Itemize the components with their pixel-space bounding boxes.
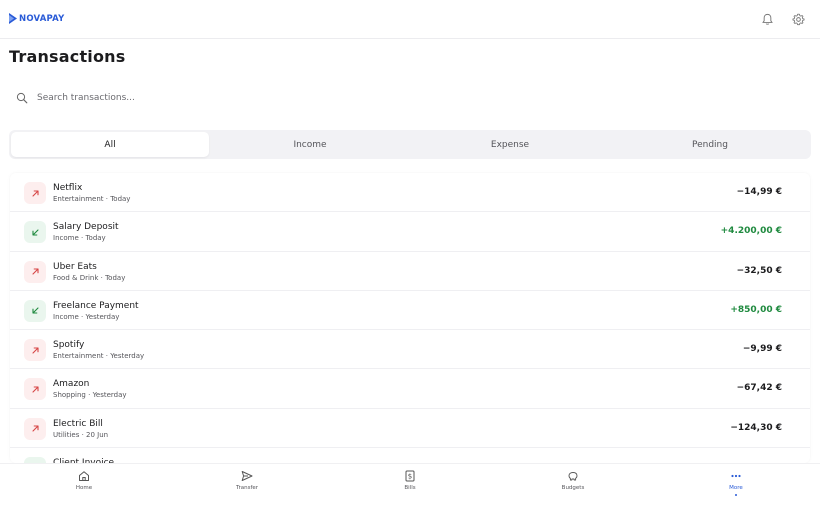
meta-separator: · — [85, 391, 93, 400]
transaction-meta: Income · Yesterday — [53, 313, 119, 321]
transaction-row[interactable]: Netflix Entertainment · Today −14,99 € — [10, 173, 810, 213]
transaction-row[interactable]: Uber Eats Food & Drink · Today −32,50 € — [10, 252, 810, 291]
transaction-category: Income — [53, 234, 79, 243]
nav-bills-label: Bills — [404, 485, 416, 491]
top-bar: NOVAPAY — [0, 0, 820, 39]
transaction-meta: Entertainment · Today — [53, 195, 130, 203]
transaction-amount: −32,50 € — [736, 265, 782, 276]
transaction-meta: Entertainment · Yesterday — [53, 352, 144, 360]
arrow-up-right-icon — [24, 339, 46, 362]
search-input[interactable] — [37, 93, 277, 103]
nav-budgets-label: Budgets — [561, 485, 585, 491]
transaction-row[interactable]: Spotify Entertainment · Yesterday −9,99 € — [10, 330, 810, 370]
transaction-category: Utilities — [53, 430, 80, 439]
brand-name: NOVAPAY — [19, 13, 65, 24]
transaction-amount: +850,00 € — [730, 304, 782, 315]
transaction-row[interactable]: Amazon Shopping · Yesterday −67,42 € — [10, 369, 810, 409]
transaction-meta: Shopping · Yesterday — [53, 391, 127, 399]
nav-transfer-label: Transfer — [235, 485, 259, 491]
transaction-date: 20 Jun — [86, 430, 109, 439]
transaction-date: Yesterday — [110, 352, 145, 361]
transaction-date: Today — [110, 195, 131, 203]
page-title: Transactions — [9, 47, 126, 66]
transaction-name: Electric Bill — [53, 418, 103, 429]
nav-home-label: Home — [75, 485, 93, 491]
transaction-meta: Food & Drink · Today — [53, 274, 125, 282]
arrow-up-right-icon — [24, 260, 46, 283]
bell-icon[interactable] — [760, 12, 774, 26]
transaction-date: Yesterday — [85, 312, 120, 321]
transaction-meta: Utilities · 20 Jun — [53, 431, 108, 439]
transaction-meta: Income · Today — [53, 234, 106, 242]
nav-budgets[interactable]: Budgets — [543, 470, 603, 491]
transaction-date: Yesterday — [92, 391, 127, 400]
bottom-nav: Home Transfer $ Bills Budgets More — [0, 463, 820, 512]
transaction-name: Freelance Payment — [53, 300, 139, 311]
nav-more-label: More — [729, 485, 743, 491]
transaction-name: Spotify — [53, 340, 85, 351]
arrow-up-right-icon — [24, 417, 46, 440]
transaction-name: Amazon — [53, 379, 90, 390]
transaction-row[interactable]: Freelance Payment Income · Yesterday +850,… — [10, 291, 810, 331]
tab-all[interactable]: All — [11, 132, 209, 157]
transaction-amount: −14,99 € — [736, 187, 782, 197]
transaction-amount: +4.200,00 € — [720, 226, 782, 237]
svg-text:$: $ — [408, 473, 412, 481]
nav-more[interactable]: More — [706, 470, 766, 496]
transaction-category: Shopping — [53, 391, 86, 400]
piggy-bank-icon — [568, 472, 578, 481]
filter-tabs: All Income Expense Pending — [9, 130, 811, 159]
transaction-row[interactable]: Electric Bill Utilities · 20 Jun −124,30 € — [10, 409, 810, 449]
tab-pending[interactable]: Pending — [611, 132, 809, 157]
transaction-category: Food & Drink — [53, 273, 99, 282]
home-icon — [79, 471, 89, 481]
tab-expense[interactable]: Expense — [411, 132, 609, 157]
gear-icon[interactable] — [791, 12, 805, 26]
app-root: NOVAPAY Transactions All Income Expense … — [0, 0, 820, 512]
brand-logo[interactable]: NOVAPAY — [9, 13, 64, 24]
arrow-up-right-icon — [24, 378, 46, 401]
nav-home[interactable]: Home — [54, 470, 114, 491]
transaction-category: Entertainment — [53, 352, 104, 361]
search-icon — [16, 92, 28, 104]
transaction-name: Uber Eats — [53, 261, 97, 272]
transaction-name: Netflix — [53, 183, 83, 193]
transaction-category: Entertainment — [53, 195, 104, 203]
transaction-amount: −67,42 € — [736, 383, 782, 394]
transaction-date: Today — [105, 273, 126, 282]
send-icon — [241, 471, 253, 481]
nav-bills[interactable]: $ Bills — [380, 470, 440, 491]
transaction-date: Today — [85, 234, 106, 243]
transaction-row[interactable]: Salary Deposit Income · Today +4.200,00 € — [10, 212, 810, 252]
search-bar[interactable] — [9, 86, 309, 110]
transaction-name: Salary Deposit — [53, 222, 119, 233]
transaction-list: Netflix Entertainment · Today −14,99 € Sala… — [10, 173, 810, 463]
receipt-icon: $ — [405, 470, 415, 482]
nav-transfer[interactable]: Transfer — [217, 470, 277, 491]
transaction-category: Income — [53, 312, 79, 321]
logo-mark-icon — [9, 13, 17, 24]
tab-income[interactable]: Income — [211, 132, 409, 157]
active-indicator — [735, 494, 737, 496]
arrow-down-left-icon — [24, 221, 46, 244]
transaction-amount: −9,99 € — [742, 344, 782, 355]
transaction-amount: −124,30 € — [730, 422, 782, 433]
arrow-up-right-icon — [24, 182, 46, 204]
more-icon — [731, 474, 741, 478]
transaction-row[interactable]: Client Invoice — [10, 448, 810, 463]
arrow-down-left-icon — [24, 299, 46, 322]
